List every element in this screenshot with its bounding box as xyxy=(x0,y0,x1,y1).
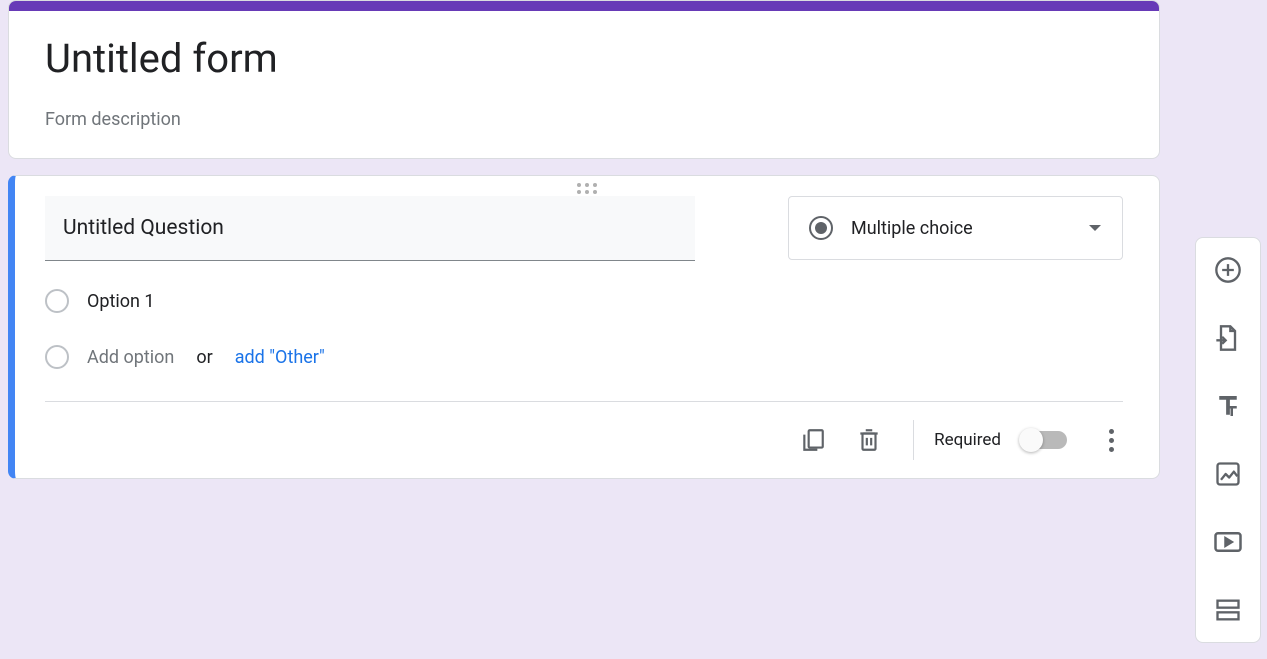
radio-empty-icon xyxy=(45,345,69,369)
text-icon xyxy=(1213,391,1243,421)
question-type-dropdown[interactable]: Multiple choice xyxy=(788,196,1123,260)
question-type-label: Multiple choice xyxy=(851,218,973,239)
duplicate-button[interactable] xyxy=(789,416,837,464)
add-option-button[interactable]: Add option xyxy=(87,347,174,368)
form-title-input[interactable]: Untitled form xyxy=(45,33,1123,85)
form-header-card: Untitled form Form description xyxy=(8,0,1160,159)
add-image-button[interactable] xyxy=(1204,450,1252,498)
radio-empty-icon xyxy=(45,289,69,313)
form-description-input[interactable]: Form description xyxy=(45,109,1123,130)
option-row: Option 1 xyxy=(45,289,1123,313)
chevron-down-icon xyxy=(1088,224,1102,232)
question-title-input[interactable] xyxy=(45,196,695,261)
plus-circle-icon xyxy=(1214,256,1242,284)
add-other-button[interactable]: add "Other" xyxy=(235,347,325,368)
trash-icon xyxy=(856,427,882,453)
add-section-button[interactable] xyxy=(1204,586,1252,634)
add-video-button[interactable] xyxy=(1204,518,1252,566)
required-toggle[interactable] xyxy=(1021,431,1067,449)
image-icon xyxy=(1214,460,1242,488)
toggle-knob xyxy=(1019,428,1043,452)
drag-handle[interactable] xyxy=(15,176,1159,196)
more-options-button[interactable] xyxy=(1087,416,1135,464)
option-text[interactable]: Option 1 xyxy=(87,291,155,312)
drag-handle-icon xyxy=(575,182,599,194)
side-toolbar xyxy=(1195,237,1261,643)
delete-button[interactable] xyxy=(845,416,893,464)
dot-icon xyxy=(1109,429,1114,434)
radio-icon xyxy=(809,216,833,240)
import-icon xyxy=(1214,324,1242,352)
import-questions-button[interactable] xyxy=(1204,314,1252,362)
copy-icon xyxy=(800,427,826,453)
add-question-button[interactable] xyxy=(1204,246,1252,294)
add-title-button[interactable] xyxy=(1204,382,1252,430)
form-accent-bar xyxy=(9,1,1159,11)
question-footer: Required xyxy=(15,402,1159,478)
required-label: Required xyxy=(934,430,1001,450)
add-option-row: Add option or add "Other" xyxy=(45,345,1123,369)
dot-icon xyxy=(1109,438,1114,443)
question-card: Multiple choice Option 1 Add option or a… xyxy=(8,175,1160,479)
section-icon xyxy=(1214,596,1242,624)
dot-icon xyxy=(1109,447,1114,452)
video-icon xyxy=(1213,527,1243,557)
vertical-divider xyxy=(913,420,914,460)
or-text: or xyxy=(196,347,212,368)
